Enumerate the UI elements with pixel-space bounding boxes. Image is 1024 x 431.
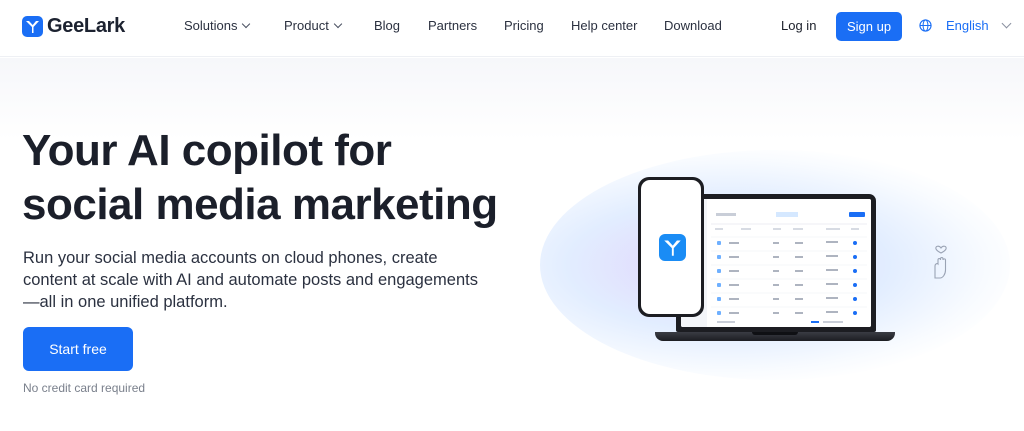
no-credit-card-note: No credit card required bbox=[23, 381, 146, 395]
nav-item-help-center[interactable]: Help center bbox=[571, 18, 637, 33]
hand-heart-icon bbox=[934, 245, 947, 279]
dashboard-illustration bbox=[681, 199, 871, 327]
nav-item-partners[interactable]: Partners bbox=[428, 18, 477, 33]
nav-item-label: Product bbox=[284, 18, 329, 33]
laptop-notch bbox=[752, 332, 798, 335]
nav-item-label: Partners bbox=[428, 18, 478, 33]
nav-item-label: Download bbox=[664, 18, 722, 33]
nav-item-pricing[interactable]: Pricing bbox=[504, 18, 544, 33]
laptop-mockup bbox=[676, 194, 876, 332]
hero-subtext: Run your social media accounts on cloud … bbox=[23, 249, 478, 311]
signup-button[interactable]: Sign up bbox=[836, 12, 902, 41]
nav-item-label: Pricing bbox=[504, 18, 544, 33]
laptop-screen bbox=[681, 199, 871, 327]
chevron-down-icon bbox=[242, 19, 251, 29]
chevron-down-icon bbox=[1001, 18, 1012, 29]
phone-app-icon bbox=[659, 234, 686, 261]
language-label: English bbox=[946, 18, 989, 33]
headline-line-1: Your AI copilot for bbox=[22, 126, 392, 175]
chevron-down-icon bbox=[333, 19, 343, 29]
brand-logo[interactable]: GeeLark bbox=[22, 15, 125, 38]
nav-item-blog[interactable]: Blog bbox=[374, 18, 400, 33]
phone-screen bbox=[641, 180, 701, 314]
top-navigation: GeeLark Solutions Product Blog Partners … bbox=[0, 0, 1024, 57]
phone-mockup bbox=[638, 177, 704, 317]
nav-item-download[interactable]: Download bbox=[664, 18, 722, 33]
globe-icon bbox=[919, 19, 932, 32]
start-free-button[interactable]: Start free bbox=[23, 327, 133, 371]
geelark-logo-icon bbox=[22, 16, 43, 37]
brand-name: GeeLark bbox=[47, 15, 125, 37]
language-selector[interactable]: English bbox=[919, 18, 1012, 33]
nav-item-label: Help center bbox=[571, 18, 638, 33]
nav-item-label: Blog bbox=[374, 18, 401, 33]
nav-item-label: Solutions bbox=[184, 18, 238, 33]
nav-item-solutions[interactable]: Solutions bbox=[184, 18, 251, 33]
headline-line-2: social media marketing bbox=[22, 180, 498, 229]
hero-headline: Your AI copilot for social media marketi… bbox=[22, 124, 542, 232]
login-link[interactable]: Log in bbox=[781, 18, 816, 33]
nav-item-product[interactable]: Product bbox=[284, 18, 343, 33]
